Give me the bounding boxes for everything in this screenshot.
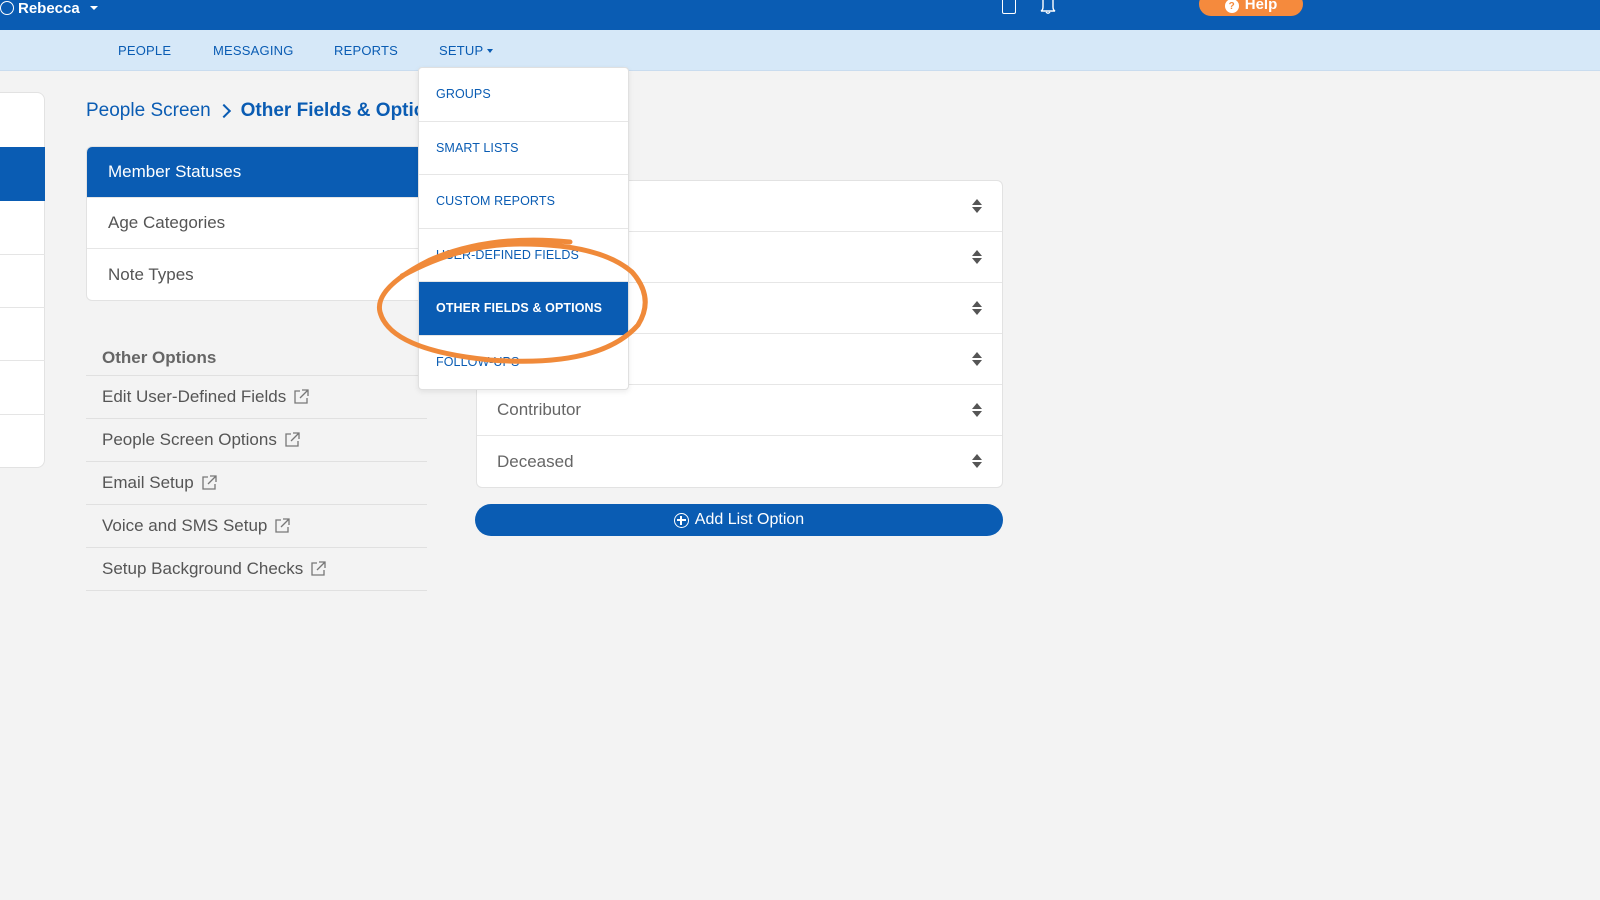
notes-icon[interactable] <box>1002 0 1016 14</box>
sort-icon[interactable] <box>972 250 982 266</box>
user-icon <box>0 1 14 15</box>
add-list-option-button[interactable]: Add List Option <box>475 504 1003 536</box>
breadcrumb-parent[interactable]: People Screen <box>86 100 211 122</box>
chevron-down-icon <box>89 6 98 10</box>
help-button[interactable]: ? Help <box>1199 0 1303 16</box>
external-link-icon <box>285 432 300 447</box>
nav-people[interactable]: PEOPLE <box>118 43 171 58</box>
link-label: Email Setup <box>102 473 194 492</box>
option-label: Deceased <box>497 451 574 471</box>
category-list: Member Statuses Age Categories Note Type… <box>86 146 426 301</box>
list-option-row[interactable]: Contributor <box>477 385 1002 436</box>
other-options-title: Other Options <box>86 340 427 376</box>
menu-item-custom-reports[interactable]: CUSTOM REPORTS <box>419 175 628 229</box>
left-sidebar <box>0 92 45 468</box>
menu-item-follow-ups[interactable]: FOLLOW-UPS <box>419 336 628 390</box>
breadcrumb-current: Other Fields & Options <box>240 100 448 121</box>
chevron-right-icon <box>216 103 231 119</box>
chevron-down-icon <box>487 48 494 53</box>
sort-icon[interactable] <box>972 199 982 215</box>
question-icon: ? <box>1224 0 1239 13</box>
external-link-icon <box>311 561 326 576</box>
sort-icon[interactable] <box>972 403 982 419</box>
link-label: Edit User-Defined Fields <box>102 387 287 406</box>
plus-circle-icon <box>673 512 689 528</box>
list-option-row[interactable]: Deceased <box>477 436 1002 487</box>
menu-item-user-defined-fields[interactable]: USER-DEFINED FIELDS <box>419 229 628 282</box>
menu-item-smart-lists[interactable]: SMART LISTS <box>419 122 628 175</box>
nav-messaging[interactable]: MESSAGING <box>213 43 294 58</box>
user-menu[interactable]: Rebecca <box>0 0 1600 17</box>
nav-setup-label: SETUP <box>439 43 484 58</box>
nav-setup[interactable]: SETUP <box>439 43 494 58</box>
link-setup-background-checks[interactable]: Setup Background Checks <box>86 548 427 591</box>
category-age-categories[interactable]: Age Categories <box>87 198 425 249</box>
external-link-icon <box>275 518 291 533</box>
setup-dropdown-menu: GROUPS SMART LISTS CUSTOM REPORTS USER-D… <box>418 67 629 390</box>
category-member-statuses[interactable]: Member Statuses <box>87 147 425 198</box>
sort-icon[interactable] <box>972 352 982 368</box>
external-link-icon <box>294 389 309 404</box>
menu-item-other-fields-options[interactable]: OTHER FIELDS & OPTIONS <box>419 282 628 336</box>
top-bar: Rebecca ? Help <box>0 0 1600 30</box>
sort-icon[interactable] <box>972 454 982 470</box>
link-voice-sms-setup[interactable]: Voice and SMS Setup <box>86 505 427 548</box>
other-options-panel: Other Options Edit User-Defined Fields P… <box>86 340 427 591</box>
link-label: People Screen Options <box>102 430 277 449</box>
link-label: Voice and SMS Setup <box>102 516 268 535</box>
category-note-types[interactable]: Note Types <box>87 249 425 300</box>
breadcrumb: People Screen Other Fields & Options <box>86 100 448 122</box>
link-email-setup[interactable]: Email Setup <box>86 462 427 505</box>
main-nav: PEOPLE MESSAGING REPORTS SETUP <box>0 30 1600 71</box>
bell-icon[interactable] <box>1040 0 1056 14</box>
menu-item-groups[interactable]: GROUPS <box>419 68 628 122</box>
link-label: Setup Background Checks <box>102 559 304 578</box>
external-link-icon <box>202 475 217 490</box>
add-button-label: Add List Option <box>694 511 805 528</box>
help-label: Help <box>1244 0 1278 13</box>
sidebar-item-active[interactable] <box>0 147 45 201</box>
nav-reports[interactable]: REPORTS <box>334 43 398 58</box>
link-people-screen-options[interactable]: People Screen Options <box>86 419 427 462</box>
link-edit-user-defined-fields[interactable]: Edit User-Defined Fields <box>86 376 427 419</box>
option-label: Contributor <box>497 400 582 419</box>
sort-icon[interactable] <box>972 301 982 317</box>
user-name: Rebecca <box>18 0 80 17</box>
